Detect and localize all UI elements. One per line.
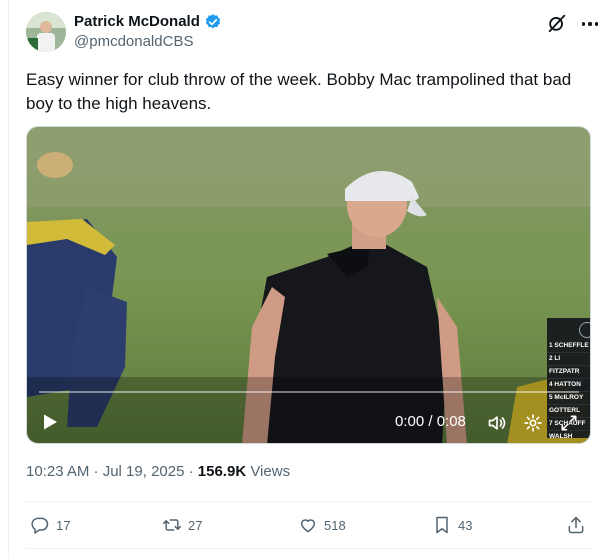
video-controls: 0:00 / 0:08 bbox=[27, 397, 590, 443]
share-icon bbox=[568, 516, 584, 534]
tweet-meta: 10:23 AM · Jul 19, 2025 · 156.9K Views bbox=[26, 462, 290, 482]
bookmark-count: 43 bbox=[458, 517, 473, 533]
divider bbox=[26, 501, 591, 502]
more-icon[interactable] bbox=[578, 12, 602, 36]
author-name-row[interactable]: Patrick McDonald bbox=[74, 12, 222, 32]
verified-badge-icon bbox=[204, 13, 222, 31]
leaderboard-row: 1 SCHEFFLE bbox=[547, 340, 590, 353]
reply-icon bbox=[31, 517, 49, 534]
video-progress-bar[interactable] bbox=[39, 391, 579, 393]
play-icon[interactable] bbox=[41, 413, 59, 431]
video-player[interactable]: 1 SCHEFFLE 2 LI FITZPATR 4 HATTON 5 McIL… bbox=[26, 126, 591, 444]
like-icon bbox=[301, 519, 315, 533]
share-button[interactable] bbox=[566, 510, 586, 540]
repost-count: 27 bbox=[188, 517, 203, 533]
leaderboard-row: FITZPATR bbox=[547, 366, 590, 379]
leaderboard-row: 2 LI bbox=[547, 353, 590, 366]
like-count: 518 bbox=[324, 517, 346, 533]
repost-button[interactable]: 27 bbox=[162, 510, 202, 540]
author-name[interactable]: Patrick McDonald bbox=[74, 12, 200, 32]
tweet-text: Easy winner for club throw of the week. … bbox=[26, 70, 572, 113]
divider bbox=[26, 548, 591, 549]
views-count: 156.9K bbox=[197, 463, 247, 480]
video-time: 0:00 / 0:08 bbox=[395, 413, 466, 430]
repost-icon bbox=[162, 519, 182, 531]
tweet-timestamp[interactable]: 10:23 AM · Jul 19, 2025 · bbox=[26, 463, 198, 480]
avatar[interactable] bbox=[26, 12, 66, 52]
bookmark-icon bbox=[436, 516, 448, 534]
reply-count: 17 bbox=[56, 517, 71, 533]
author-handle[interactable]: @pmcdonaldCBS bbox=[74, 33, 193, 51]
timeline-border bbox=[8, 0, 9, 559]
views-label: Views bbox=[246, 463, 291, 480]
settings-icon[interactable] bbox=[523, 413, 543, 433]
fullscreen-icon[interactable] bbox=[559, 413, 579, 433]
bookmark-button[interactable]: 43 bbox=[432, 510, 472, 540]
reply-button[interactable]: 17 bbox=[30, 510, 70, 540]
volume-icon[interactable] bbox=[487, 413, 507, 433]
action-bar: 17 27 518 43 bbox=[26, 510, 591, 540]
tournament-crest-icon bbox=[579, 322, 590, 338]
grok-icon[interactable] bbox=[546, 12, 568, 34]
like-button[interactable]: 518 bbox=[298, 510, 346, 540]
